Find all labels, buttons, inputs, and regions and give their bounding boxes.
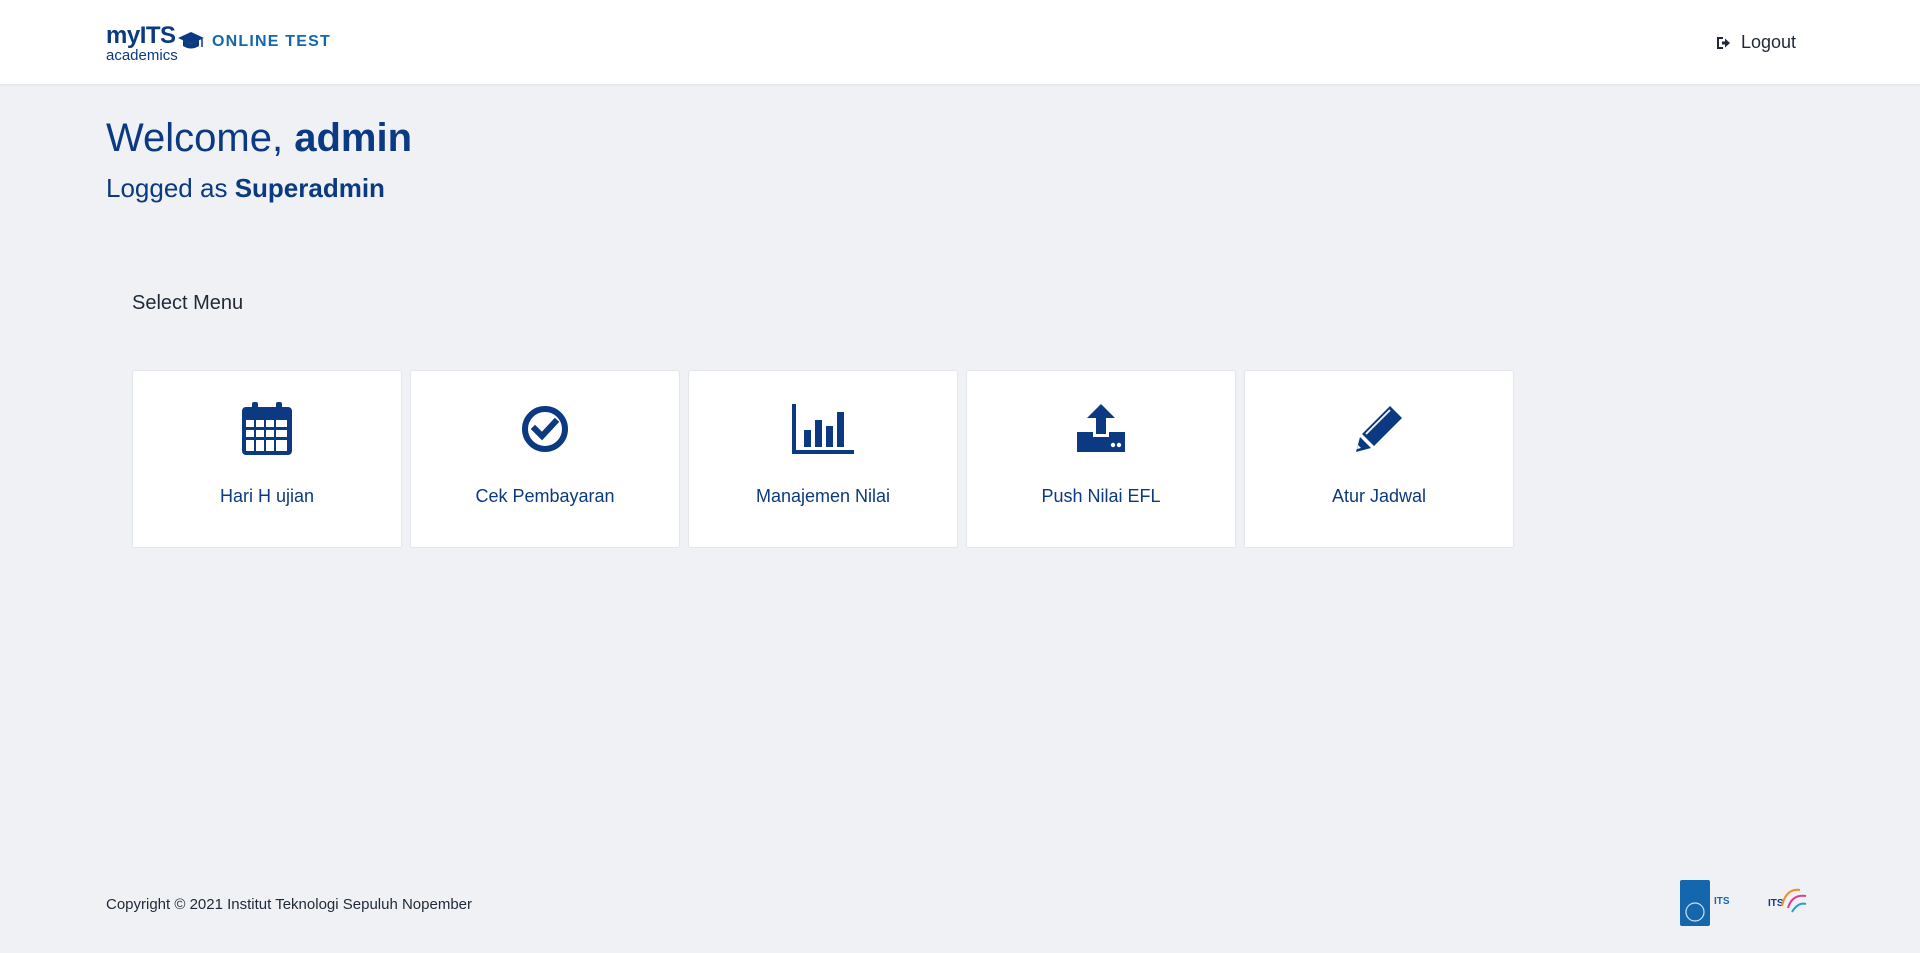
logout-label: Logout [1740, 32, 1796, 52]
menu-card-manajemen-nilai[interactable]: Manajemen Nilai [688, 370, 958, 548]
upload-icon [1077, 404, 1125, 452]
pencil-icon [1356, 406, 1402, 452]
sign-out-icon [1716, 36, 1730, 49]
logo-text-top: myITS [106, 22, 176, 49]
welcome-username: admin [294, 116, 413, 160]
its-logo [1680, 880, 1710, 926]
welcome-greeting: Welcome, [106, 116, 284, 160]
logged-as-prefix: Logged as [106, 173, 228, 203]
footer-copyright: Copyright © 2021 Institut Teknologi Sepu… [106, 896, 472, 913]
menu-cards: Hari H ujian Cek Pembayaran Manajemen Ni… [132, 370, 1514, 548]
menu-card-label: Manajemen Nilai [755, 486, 891, 506]
menu-card-push-nilai-efl[interactable]: Push Nilai EFL [966, 370, 1236, 548]
menu-card-cek-pembayaran[interactable]: Cek Pembayaran [410, 370, 680, 548]
select-menu-heading: Select Menu [132, 292, 244, 314]
logout-button[interactable]: Logout [1715, 32, 1796, 53]
calendar-icon [242, 402, 292, 455]
bar-chart-icon [792, 404, 854, 454]
top-navbar: myITS academics ONLINE TEST Logout [0, 0, 1920, 84]
logged-as-text: Logged as Superadmin [106, 173, 385, 204]
its-seal-icon [1685, 902, 1705, 922]
check-circle-icon [522, 406, 568, 452]
menu-card-hari-h-ujian[interactable]: Hari H ujian [132, 370, 402, 548]
its-senangat-baru-logo [1781, 888, 1807, 913]
graduation-cap-icon [178, 32, 204, 49]
its-logo-text: ITS [1714, 896, 1730, 907]
menu-card-label: Hari H ujian [219, 486, 315, 506]
welcome-heading: Welcome, admin [106, 116, 412, 161]
menu-card-atur-jadwal[interactable]: Atur Jadwal [1244, 370, 1514, 548]
app-name: ONLINE TEST [212, 33, 331, 50]
logo-text-bottom: academics [106, 47, 178, 64]
role-name: Superadmin [234, 173, 385, 203]
footer-logos: ITS ITS [1680, 878, 1808, 926]
myits-academics-logo[interactable]: myITS academics [106, 24, 204, 66]
menu-card-label: Push Nilai EFL [1041, 486, 1161, 506]
menu-card-label: Atur Jadwal [1331, 486, 1427, 506]
menu-card-label: Cek Pembayaran [475, 486, 615, 506]
